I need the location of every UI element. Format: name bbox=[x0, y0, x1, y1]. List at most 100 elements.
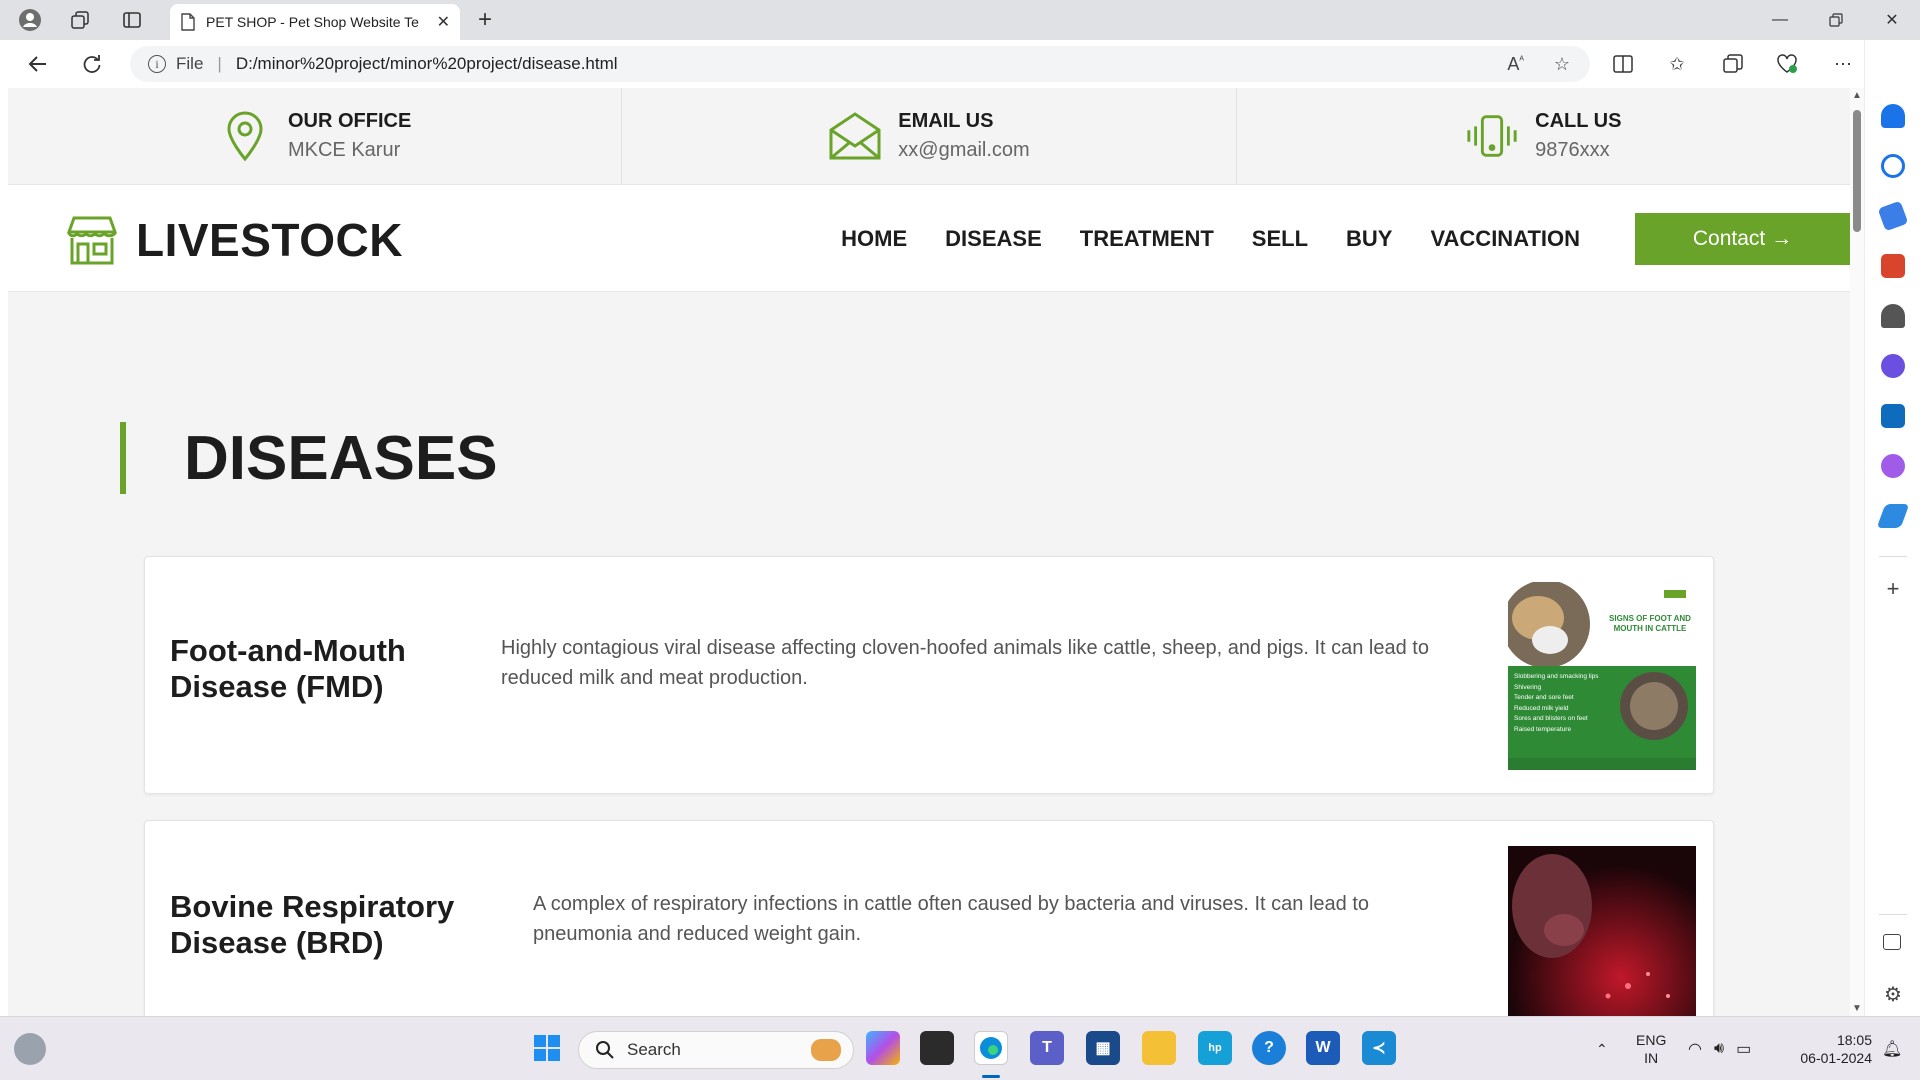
search-icon[interactable] bbox=[1881, 154, 1905, 178]
email-heading: EMAIL US bbox=[898, 110, 994, 132]
url-scheme-label: File bbox=[176, 54, 204, 73]
microsoft-365-icon[interactable] bbox=[1881, 354, 1905, 378]
sidebar-divider bbox=[1879, 556, 1907, 557]
favorite-star-icon[interactable]: ☆ bbox=[1554, 54, 1570, 75]
refresh-icon[interactable] bbox=[76, 50, 108, 78]
teams-icon[interactable]: T bbox=[1030, 1031, 1064, 1065]
infographic-sign: Shivering bbox=[1514, 683, 1542, 691]
clock[interactable]: 18:05 06-01-2024 bbox=[1784, 1017, 1872, 1080]
bell-icon[interactable] bbox=[1881, 104, 1905, 128]
scroll-down-icon[interactable]: ▼ bbox=[1850, 1003, 1864, 1014]
minimize-icon[interactable]: — bbox=[1752, 0, 1808, 40]
search-highlight-icon bbox=[811, 1039, 841, 1061]
nav-vaccination[interactable]: VACCINATION bbox=[1430, 226, 1580, 252]
shopping-tag-icon[interactable] bbox=[1877, 200, 1909, 232]
lang-primary: ENG bbox=[1636, 1032, 1667, 1048]
profile-icon[interactable] bbox=[14, 6, 46, 34]
settings-gear-icon[interactable]: ⚙ bbox=[1881, 982, 1905, 1007]
hide-sidebar-icon[interactable] bbox=[1883, 934, 1901, 950]
brand-name: LIVESTOCK bbox=[136, 214, 403, 266]
nav-sell[interactable]: SELL bbox=[1252, 226, 1308, 252]
store-icon[interactable]: ▦ bbox=[1086, 1031, 1120, 1065]
call-heading: CALL US bbox=[1535, 110, 1622, 132]
back-icon[interactable] bbox=[22, 50, 54, 78]
battery-icon[interactable]: ▭ bbox=[1736, 1039, 1751, 1059]
collections-icon[interactable] bbox=[1718, 52, 1748, 76]
vertical-tabs-icon[interactable] bbox=[116, 6, 148, 34]
disease-description: A complex of respiratory infections in c… bbox=[533, 893, 1370, 945]
location-pin-icon bbox=[218, 109, 272, 163]
add-sidebar-icon[interactable]: + bbox=[1881, 576, 1905, 602]
workspaces-icon[interactable] bbox=[64, 6, 96, 34]
drop-icon[interactable] bbox=[1876, 504, 1910, 528]
more-options-icon[interactable]: ⋯ bbox=[1828, 52, 1858, 76]
url-separator: | bbox=[217, 54, 222, 73]
disease-name: Foot-and-Mouth Disease (FMD) bbox=[170, 633, 406, 704]
close-tab-icon[interactable]: ✕ bbox=[437, 12, 450, 32]
close-window-icon[interactable]: ✕ bbox=[1864, 0, 1920, 40]
read-aloud-icon[interactable]: Aᴬ bbox=[1507, 54, 1524, 75]
call-info: CALL US 9876xxx bbox=[1237, 88, 1850, 184]
page-scrollbar[interactable]: ▲ ▼ bbox=[1850, 88, 1864, 1016]
new-tab-icon[interactable]: + bbox=[470, 6, 500, 34]
myhp-icon[interactable]: hp bbox=[1198, 1031, 1232, 1065]
url-text[interactable]: D:/minor%20project/minor%20project/disea… bbox=[236, 54, 618, 74]
sidebar-divider bbox=[1879, 914, 1907, 915]
active-app-indicator bbox=[982, 1075, 1000, 1078]
copilot-preview-icon[interactable] bbox=[866, 1031, 900, 1065]
nav-buy[interactable]: BUY bbox=[1346, 226, 1392, 252]
page-viewport: OUR OFFICE MKCE Karur EMAIL US xx@gmail.… bbox=[8, 88, 1850, 1016]
disease-card: Bovine Respiratory Disease (BRD) A compl… bbox=[144, 820, 1714, 1016]
infographic-sign: Tender and sore feet bbox=[1514, 694, 1574, 701]
help-icon[interactable]: ? bbox=[1252, 1031, 1286, 1065]
disease-card: Foot-and-Mouth Disease (FMD) Highly cont… bbox=[144, 556, 1714, 794]
email-value[interactable]: xx@gmail.com bbox=[898, 139, 1029, 162]
restore-icon[interactable] bbox=[1808, 0, 1864, 40]
taskbar-search[interactable]: Search bbox=[578, 1031, 854, 1069]
scroll-thumb[interactable] bbox=[1853, 110, 1861, 232]
tray-overflow-icon[interactable]: ⌃ bbox=[1596, 1017, 1608, 1080]
volume-icon[interactable]: 🔊︎ bbox=[1714, 1040, 1724, 1058]
tab-title: PET SHOP - Pet Shop Website Te bbox=[206, 14, 419, 30]
edge-taskbar-icon[interactable] bbox=[974, 1031, 1008, 1065]
call-value[interactable]: 9876xxx bbox=[1535, 139, 1621, 162]
disease-description: Highly contagious viral disease affectin… bbox=[501, 637, 1429, 689]
nav-disease[interactable]: DISEASE bbox=[945, 226, 1042, 252]
browser-tab-active[interactable]: PET SHOP - Pet Shop Website Te ✕ bbox=[170, 4, 460, 40]
browser-essentials-icon[interactable] bbox=[1772, 52, 1802, 76]
scroll-up-icon[interactable]: ▲ bbox=[1850, 90, 1864, 101]
infographic-sign: Sores and blisters on feet bbox=[1514, 715, 1588, 722]
word-icon[interactable]: W bbox=[1306, 1031, 1340, 1065]
designer-icon[interactable] bbox=[1881, 454, 1905, 478]
office-info: OUR OFFICE MKCE Karur bbox=[8, 88, 623, 184]
infographic-sign: Slobbering and smacking lips bbox=[1514, 673, 1599, 680]
split-screen-icon[interactable] bbox=[1608, 52, 1638, 76]
brand-link[interactable]: LIVESTOCK bbox=[66, 213, 403, 267]
file-explorer-icon[interactable] bbox=[1142, 1031, 1176, 1065]
url-bar[interactable]: i File | D:/minor%20project/minor%20proj… bbox=[130, 46, 1590, 82]
page-title: DISEASES bbox=[184, 423, 498, 493]
system-tray[interactable]: ◠ 🔊︎ ▭ bbox=[1688, 1017, 1751, 1080]
vscode-icon[interactable]: ≺ bbox=[1362, 1031, 1396, 1065]
favorites-icon[interactable]: ✩ bbox=[1662, 52, 1692, 76]
top-info-strip: OUR OFFICE MKCE Karur EMAIL US xx@gmail.… bbox=[8, 88, 1850, 184]
lang-secondary: IN bbox=[1644, 1050, 1659, 1066]
fmd-infographic-image: SIGNS OF FOOT AND MOUTH IN CATTLE Slobbe… bbox=[1508, 582, 1696, 770]
info-icon[interactable]: i bbox=[148, 55, 166, 73]
start-icon[interactable] bbox=[530, 1031, 564, 1065]
games-icon[interactable] bbox=[1881, 304, 1905, 328]
weather-widget-icon[interactable] bbox=[14, 1033, 46, 1065]
language-indicator[interactable]: ENG IN bbox=[1636, 1017, 1666, 1080]
wifi-icon[interactable]: ◠ bbox=[1688, 1039, 1702, 1059]
outlook-icon[interactable] bbox=[1881, 404, 1905, 428]
contact-button[interactable]: Contact → bbox=[1635, 213, 1850, 265]
nav-treatment[interactable]: TREATMENT bbox=[1080, 226, 1214, 252]
task-view-icon[interactable] bbox=[920, 1031, 954, 1065]
clock-time: 18:05 bbox=[1836, 1032, 1872, 1048]
edge-sidebar: + ⚙ bbox=[1864, 40, 1920, 1016]
infographic-signs-list: Slobbering and smacking lips Shivering T… bbox=[1514, 672, 1618, 735]
nav-home[interactable]: HOME bbox=[841, 226, 907, 252]
shop-icon bbox=[66, 216, 118, 265]
tools-icon[interactable] bbox=[1881, 254, 1905, 278]
notification-bell-icon[interactable]: 🔔︎ bbox=[1882, 1017, 1902, 1080]
